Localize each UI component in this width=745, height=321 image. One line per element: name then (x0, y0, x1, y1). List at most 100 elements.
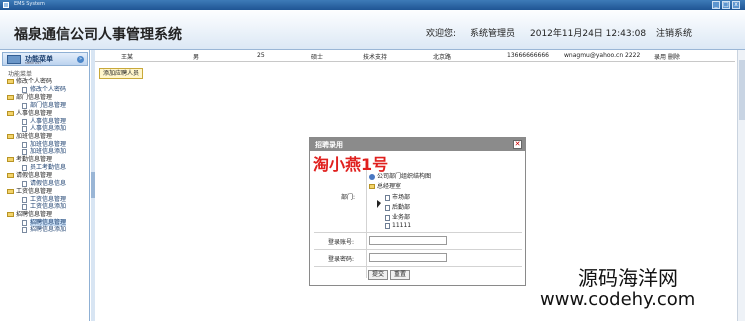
current-datetime: 2012年11月24日 12:43:08 (530, 29, 647, 39)
sidebar-item[interactable]: 人事信息管理 (4, 118, 90, 125)
dialog-titlebar: 招聘录用 ✕ (310, 138, 525, 151)
page-icon (385, 194, 390, 201)
sidebar-item[interactable]: 工资信息添加 (4, 203, 90, 210)
dept-tree-item[interactable]: 后勤部 (385, 202, 410, 211)
add-applicant-button[interactable]: 添加应聘人员 (99, 68, 144, 79)
folder-icon (7, 134, 14, 139)
window-titlebar: EMS System _ □ x (0, 0, 745, 10)
password-label: 登录密码: (328, 256, 355, 263)
cell-code: 2222 (625, 52, 641, 59)
page-icon (22, 227, 27, 233)
sidebar-group-label: 请假信息管理 (16, 172, 53, 179)
sidebar-item[interactable]: 请假信息信息 (4, 180, 90, 187)
sidebar-group-label: 招聘信息管理 (16, 211, 53, 218)
dialog-row-divider (314, 266, 522, 267)
sidebar-item-label: 招聘信息管理 (30, 219, 67, 226)
cell-phone: 13666666666 (507, 52, 549, 59)
sidebar-item-label: 工资信息添加 (30, 203, 67, 210)
watermark-site-name: 源码海洋网 (578, 266, 678, 290)
cell-name: 王某 (121, 54, 134, 61)
dept-label: 部门: (341, 194, 356, 201)
sidebar-item-label: 加班信息管理 (30, 141, 67, 148)
sidebar-item[interactable]: 加班信息添加 (4, 148, 90, 155)
sidebar-header: 功能菜单 MENU LIST » (2, 52, 88, 66)
account-label: 登录账号: (328, 239, 355, 246)
table-row: 王某 男 25 硕士 技术支持 北京路 13666666666 wnagmu@y… (95, 50, 735, 62)
dialog-title: 招聘录用 (315, 141, 343, 149)
sidebar-item[interactable]: 招聘信息添加 (4, 226, 90, 233)
sidebar-group-label: 考勤信息管理 (16, 156, 53, 163)
sidebar-item-label: 人事信息管理 (30, 118, 67, 125)
sidebar-group-label: 修改个人密码 (16, 78, 53, 85)
sidebar: 功能菜单 MENU LIST » 功能菜单 修改个人密码 修改个人密码 部门信息管理… (0, 50, 90, 321)
minimize-button[interactable]: _ (712, 1, 720, 9)
page-title: 福泉通信公司人事管理系统 (14, 27, 182, 43)
sidebar-subtitle: MENU LIST (25, 61, 42, 65)
sidebar-item[interactable]: 招聘信息管理 (4, 219, 90, 226)
sidebar-group-label: 加班信息管理 (16, 133, 53, 140)
dialog-divider (366, 160, 367, 278)
sidebar-group[interactable]: 修改个人密码 (4, 77, 90, 86)
current-user: 系统管理员 (470, 29, 516, 39)
folder-icon (7, 189, 14, 194)
sidebar-item[interactable]: 加班信息管理 (4, 141, 90, 148)
dialog-row-divider (314, 249, 522, 250)
sidebar-item[interactable]: 修改个人密码 (4, 86, 90, 93)
sidebar-group[interactable]: 人事信息管理 (4, 109, 90, 118)
cell-email: wnagmu@yahoo.cn (564, 52, 624, 59)
sidebar-group[interactable]: 部门信息管理 (4, 93, 90, 102)
dept-tree-item[interactable]: 业务部 (385, 212, 410, 221)
dept-tree-item[interactable]: 11111 (385, 222, 411, 229)
dialog-row-divider (314, 232, 522, 233)
dept-tree-folder[interactable]: 总经理室 (369, 181, 401, 190)
hire-dialog: 招聘录用 ✕ 公司部门组织结构图 总经理室 市场部 后勤部 业务部 11111 … (309, 137, 526, 286)
sidebar-item-label: 招聘信息添加 (30, 226, 67, 233)
vertical-scrollbar[interactable] (737, 50, 745, 321)
close-window-button[interactable]: x (732, 1, 740, 9)
sidebar-tree: 修改个人密码 修改个人密码 部门信息管理 部门信息管理 人事信息管理 人事信息管理 人事信息… (4, 77, 90, 233)
logout-link[interactable]: 注销系统 (656, 26, 692, 39)
scroll-thumb[interactable] (739, 60, 745, 120)
row-actions[interactable]: 录用 删除 (654, 52, 680, 61)
sidebar-item[interactable]: 工资信息管理 (4, 196, 90, 203)
cell-gender: 男 (193, 54, 200, 61)
welcome-label: 欢迎您: (426, 29, 457, 39)
sidebar-item-label: 修改个人密码 (30, 86, 67, 93)
mouse-cursor-icon (377, 200, 381, 208)
folder-icon (369, 184, 375, 189)
maximize-button[interactable]: □ (722, 1, 730, 9)
sidebar-group-label: 部门信息管理 (16, 94, 53, 101)
cell-position: 技术支持 (363, 54, 388, 61)
collapse-icon[interactable]: » (77, 56, 84, 63)
folder-icon (7, 111, 14, 116)
sidebar-group[interactable]: 加班信息管理 (4, 132, 90, 141)
folder-icon (7, 157, 14, 162)
account-input[interactable] (369, 236, 447, 245)
sidebar-group[interactable]: 考勤信息管理 (4, 155, 90, 164)
reset-button[interactable]: 重置 (390, 270, 411, 280)
sidebar-group[interactable]: 招聘信息管理 (4, 210, 90, 219)
sidebar-item-label: 人事信息添加 (30, 125, 67, 132)
submit-button[interactable]: 提交 (368, 270, 389, 280)
sidebar-item[interactable]: 部门信息管理 (4, 102, 90, 109)
sidebar-item-label: 工资信息管理 (30, 196, 67, 203)
sidebar-group[interactable]: 请假信息管理 (4, 171, 90, 180)
folder-icon (7, 79, 14, 84)
sidebar-item[interactable]: 员工考勤信息 (4, 164, 90, 171)
dialog-close-icon[interactable]: ✕ (513, 140, 522, 149)
dept-tree-item[interactable]: 市场部 (385, 192, 410, 201)
menu-icon (7, 55, 21, 64)
sidebar-item-label: 请假信息信息 (30, 180, 67, 187)
sidebar-item-label: 部门信息管理 (30, 102, 67, 109)
folder-icon (7, 173, 14, 178)
password-input[interactable] (369, 253, 447, 262)
sidebar-group[interactable]: 工资信息管理 (4, 187, 90, 196)
folder-icon (7, 95, 14, 100)
cell-age: 25 (257, 52, 265, 59)
cell-address: 北京路 (433, 54, 452, 61)
sidebar-item[interactable]: 人事信息添加 (4, 125, 90, 132)
page-icon (385, 214, 390, 221)
app-icon (3, 2, 9, 8)
sidebar-group-label: 工资信息管理 (16, 188, 53, 195)
sidebar-group-label: 人事信息管理 (16, 110, 53, 117)
